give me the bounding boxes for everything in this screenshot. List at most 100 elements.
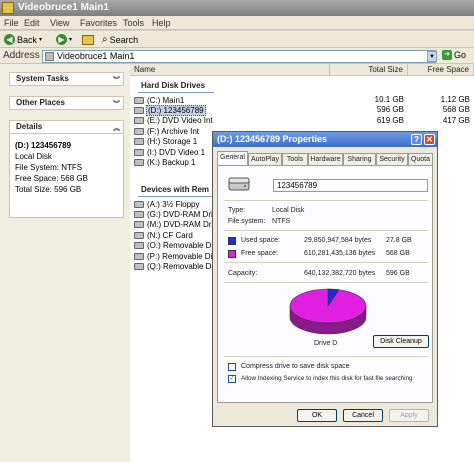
search-icon: ⌕ [102,34,108,45]
column-total-size[interactable]: Total Size [330,64,408,76]
tab-autoplay[interactable]: AutoPlay [248,153,282,165]
system-tasks-header[interactable]: System Tasks ︾ [9,72,124,86]
forward-dropdown-icon[interactable]: ▾ [69,36,72,43]
address-value: Videobruce1 Main1 [57,51,135,61]
drive-row[interactable]: (I:) DVD Video 1 [134,147,206,157]
address-drive-icon [45,52,54,61]
drive-name-input[interactable]: 123456789 [273,179,428,192]
tab-quota[interactable]: Quota [408,153,433,165]
column-free-space[interactable]: Free Space [408,64,474,76]
title-bar[interactable]: Videobruce1 Main1 [0,0,474,16]
free-space-label: Free space: [241,250,278,257]
details-total-size: Total Size: 596 GB [15,185,82,194]
drive-free-space: 1.12 GB [440,95,470,104]
drive-folder-icon [2,2,14,14]
back-button[interactable]: ◀ Back ▾ [4,33,42,46]
drive-name: (E:) DVD Video Int [147,116,213,126]
tab-sharing[interactable]: Sharing [343,153,376,165]
chevron-down-icon[interactable]: ︾ [113,75,120,87]
apply-button[interactable]: Apply [389,409,429,422]
details-label: Details [16,122,43,131]
compress-checkbox[interactable] [228,363,236,371]
details-file-system: File System: NTFS [15,163,83,172]
dialog-title-bar[interactable]: (D:) 123456789 Properties ? ✕ [213,132,437,147]
back-dropdown-icon[interactable]: ▾ [39,36,42,43]
cancel-button[interactable]: Cancel [343,409,383,422]
divider [224,262,428,263]
help-icon[interactable]: ? [411,134,422,145]
disk-usage-pie [289,288,367,335]
drive-name: (N:) CF Card [147,230,193,240]
menu-view[interactable]: View [50,18,69,28]
removable-drive-icon [134,210,144,218]
menu-help[interactable]: Help [152,18,171,28]
drive-name: (Q:) Removable Di [147,261,214,271]
system-tasks-label: System Tasks [16,74,69,83]
free-space-swatch [228,250,236,258]
drive-row[interactable]: (C:) Main1 [134,95,185,105]
drive-row[interactable]: (G:) DVD-RAM Driv [134,209,218,219]
hard-drive-icon [134,96,144,104]
drive-row[interactable]: (O:) Removable Di [134,241,214,251]
group-divider [138,196,214,197]
menu-favorites[interactable]: Favorites [80,18,117,28]
details-type: Local Disk [15,152,52,161]
menu-bar: File Edit View Favorites Tools Help [0,16,474,30]
removable-group-title: Devices with Rem [141,185,210,194]
address-dropdown-icon[interactable]: ▼ [427,51,437,62]
drive-row[interactable]: (A:) 3½ Floppy [134,199,200,209]
search-button[interactable]: ⌕ Search [102,33,138,46]
drive-name: (O:) Removable Di [147,241,214,251]
column-name[interactable]: Name [130,64,330,76]
go-button[interactable]: ➜ Go [442,50,466,60]
up-folder-button[interactable] [82,33,94,46]
removable-drive-icon [134,221,144,229]
forward-button[interactable]: ▶ ▾ [56,33,72,46]
hdd-group-title: Hard Disk Drives [141,81,206,90]
details-free-space: Free Space: 568 GB [15,174,88,183]
menu-edit[interactable]: Edit [24,18,40,28]
index-checkbox[interactable]: ✓ [228,375,236,383]
drive-row[interactable]: (P:) Removable Di [134,251,213,261]
drive-row[interactable]: (D:) 123456789 [134,104,206,116]
divider [224,356,428,357]
drive-row[interactable]: (F:) Archive Int [134,126,200,136]
drive-row[interactable]: (K:) Backup 1 [134,157,196,167]
close-icon[interactable]: ✕ [424,134,435,145]
removable-drive-icon [134,252,144,260]
disk-cleanup-button[interactable]: Disk Cleanup [373,335,429,348]
drive-name: (C:) Main1 [147,95,185,105]
hard-drive-icon [228,177,250,191]
general-tab-page: 123456789 Type: Local Disk File system: … [217,165,433,403]
address-bar: Address Videobruce1 Main1 ▼ ➜ Go [0,48,474,64]
tab-hardware[interactable]: Hardware [308,153,343,165]
details-title: (D:) 123456789 [15,141,72,150]
type-label: Type: [228,207,246,214]
other-places-header[interactable]: Other Places ︾ [9,96,124,110]
other-places-label: Other Places [16,98,65,107]
capacity-gb: 596 GB [386,270,410,277]
capacity-bytes: 640,132,382,720 bytes [304,270,376,277]
drive-row[interactable]: (Q:) Removable Di [134,261,214,271]
tab-security[interactable]: Security [376,153,408,165]
menu-tools[interactable]: Tools [123,18,144,28]
drive-row[interactable]: (E:) DVD Video Int [134,116,214,126]
tab-tools[interactable]: Tools [282,153,308,165]
ok-button[interactable]: OK [297,409,337,422]
menu-file[interactable]: File [4,18,19,28]
search-label: Search [109,34,139,45]
drive-row[interactable]: (N:) CF Card [134,230,194,240]
drive-row[interactable]: (H:) Storage 1 [134,137,198,147]
forward-arrow-icon: ▶ [56,34,67,45]
chevron-down-icon[interactable]: ︾ [113,99,120,111]
address-input[interactable]: Videobruce1 Main1 [42,50,436,63]
hard-drive-icon [134,117,144,125]
group-divider [138,92,214,93]
tab-general[interactable]: General [217,151,248,165]
hard-drive-icon [134,148,144,156]
details-header[interactable]: Details ︽ [9,120,124,134]
drive-total-size: 619 GB [376,115,404,125]
drive-row[interactable]: (M:) DVD-RAM Driv [134,220,218,230]
drive-name: (I:) DVD Video 1 [147,147,206,157]
capacity-label: Capacity: [228,270,258,277]
